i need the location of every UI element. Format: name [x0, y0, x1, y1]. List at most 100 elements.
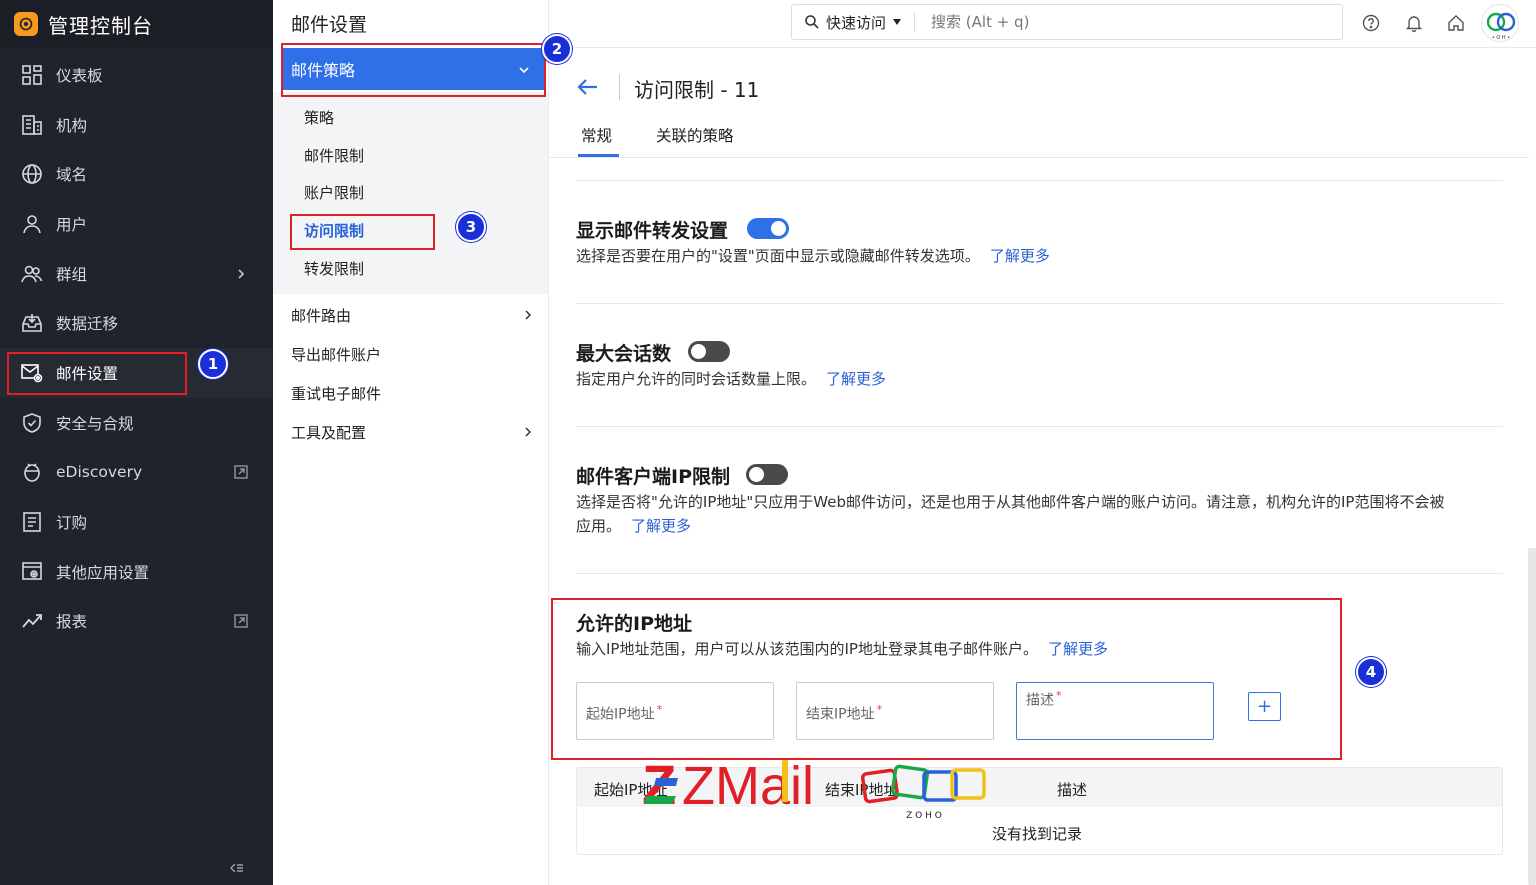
annotation-box-mail-policy: [281, 43, 546, 97]
home-icon[interactable]: [1446, 13, 1466, 33]
annotation-badge-1: 1: [198, 349, 228, 379]
search-input[interactable]: [931, 13, 1312, 31]
scrollbar[interactable]: [1528, 548, 1536, 885]
max-sessions-desc: 指定用户允许的同时会话数量上限。 了解更多: [576, 367, 886, 391]
annotation-box-access-restrictions: [290, 214, 435, 250]
dashboard-icon: [22, 65, 42, 85]
subnav-item-tools-config[interactable]: 工具及配置: [291, 422, 366, 443]
subnav-item-mail-routing[interactable]: 邮件路由: [291, 305, 351, 326]
max-sessions-toggle[interactable]: [688, 341, 730, 362]
sidebar-nav: 仪表板 机构 域名 用户 群组 数据迁移 邮件设置 安全与合规 eDiscove…: [0, 50, 273, 646]
toggle-knob: [691, 344, 706, 359]
chevron-right-icon: [525, 310, 532, 320]
learn-more-link[interactable]: 了解更多: [631, 517, 691, 535]
sidebar-item-data-migration[interactable]: 数据迁移: [0, 298, 273, 348]
client-ip-toggle[interactable]: [746, 464, 788, 485]
sidebar-item-domains[interactable]: 域名: [0, 149, 273, 199]
chevron-right-icon: [525, 427, 532, 437]
sidebar-item-subscription[interactable]: 订购: [0, 497, 273, 547]
sidebar-item-label: 域名: [56, 166, 88, 185]
user-icon: [23, 215, 41, 234]
help-icon[interactable]: [1361, 13, 1381, 33]
subnav-item-account-restrictions[interactable]: 账户限制: [304, 182, 364, 203]
inbox-download-icon: [22, 314, 42, 333]
avatar[interactable]: • O H •: [1481, 4, 1519, 42]
building-icon: [22, 114, 42, 135]
zoho-text: Z O H O: [906, 811, 942, 821]
sidebar-item-label: 安全与合规: [56, 414, 134, 433]
learn-more-link[interactable]: 了解更多: [990, 247, 1050, 265]
section-divider: [576, 303, 1503, 304]
sidebar: 管理控制台 仪表板 机构 域名 用户 群组 数据迁移 邮件设置 安全与合规 eD…: [0, 0, 273, 885]
sidebar-item-ediscovery[interactable]: eDiscovery: [0, 448, 273, 498]
column-header-description: 描述: [1057, 781, 1088, 799]
subnav-item-forward-restrictions[interactable]: 转发限制: [304, 258, 364, 279]
forward-settings-toggle[interactable]: [747, 218, 789, 239]
client-ip-title: 邮件客户端IP限制: [576, 466, 730, 488]
avatar-logo-icon: • O H •: [1486, 12, 1516, 41]
sidebar-item-groups[interactable]: 群组: [0, 249, 273, 299]
notification-bell-icon[interactable]: [1404, 13, 1424, 33]
tab-bar-border: [549, 157, 1529, 158]
chevron-right-icon: [238, 269, 245, 279]
sidebar-item-label: 仪表板: [56, 66, 103, 85]
subscription-icon: [23, 512, 41, 532]
sidebar-item-users[interactable]: 用户: [0, 199, 273, 249]
annotation-badge-4: 4: [1356, 657, 1386, 687]
subnav-item-export-accounts[interactable]: 导出邮件账户: [291, 344, 381, 365]
tab-general[interactable]: 常规: [581, 124, 612, 146]
forward-settings-desc-text: 选择是否要在用户的"设置"页面中显示或隐藏邮件转发选项。: [576, 247, 980, 265]
search-icon: [805, 15, 819, 29]
collapse-sidebar-icon[interactable]: [230, 861, 244, 875]
tab-associated-policies[interactable]: 关联的策略: [656, 124, 734, 146]
page-title: 访问限制 - 11: [634, 78, 760, 102]
sidebar-item-dashboard[interactable]: 仪表板: [0, 50, 273, 100]
search-separator: [914, 12, 916, 32]
mail-settings-subnav: 邮件设置 邮件策略 策略 邮件限制 账户限制 访问限制 转发限制 邮件路由 导出…: [273, 0, 549, 885]
section-divider: [576, 426, 1503, 427]
app-title: 管理控制台: [48, 13, 153, 38]
external-link-icon: [234, 614, 248, 629]
client-ip-desc-line2: 应用。: [576, 517, 622, 535]
back-arrow-icon[interactable]: [576, 75, 600, 99]
sidebar-item-other-app-settings[interactable]: 其他应用设置: [0, 547, 273, 597]
forward-settings-desc: 选择是否要在用户的"设置"页面中显示或隐藏邮件转发选项。 了解更多: [576, 244, 1050, 268]
quick-access-dropdown[interactable]: 快速访问: [826, 12, 886, 33]
learn-more-link[interactable]: 了解更多: [826, 370, 886, 388]
admin-console-logo-icon: [14, 12, 38, 36]
top-bar: 快速访问 • O H •: [549, 0, 1536, 48]
forward-settings-title: 显示邮件转发设置: [576, 220, 729, 242]
title-divider: [619, 74, 620, 100]
max-sessions-title: 最大会话数: [576, 343, 672, 365]
sidebar-item-reports[interactable]: 报表: [0, 597, 273, 647]
subnav-item-retry-email[interactable]: 重试电子邮件: [291, 383, 381, 404]
annotation-box-mail-settings: [7, 352, 187, 395]
sidebar-item-organization[interactable]: 机构: [0, 100, 273, 150]
sidebar-item-security-compliance[interactable]: 安全与合规: [0, 398, 273, 448]
sidebar-item-label: eDiscovery: [56, 463, 143, 482]
section-divider: [576, 573, 1503, 574]
empty-state-text: 没有找到记录: [992, 825, 1083, 843]
subnav-title: 邮件设置: [291, 13, 368, 36]
shield-icon: [23, 412, 41, 433]
search-box: 快速访问: [791, 4, 1343, 40]
sidebar-item-label: 机构: [56, 116, 88, 135]
group-icon: [21, 265, 43, 282]
max-sessions-desc-text: 指定用户允许的同时会话数量上限。: [576, 370, 817, 388]
sidebar-item-label: 数据迁移: [56, 315, 119, 334]
ediscovery-icon: [24, 463, 40, 483]
section-divider: [576, 180, 1503, 181]
sidebar-item-label: 用户: [56, 215, 88, 234]
subnav-item-mail-restrictions[interactable]: 邮件限制: [304, 145, 364, 166]
subnav-item-policies[interactable]: 策略: [304, 107, 334, 128]
trend-icon: [22, 614, 42, 628]
zmail-watermark-logo-icon: Z ZMail Z O H O: [642, 756, 986, 821]
globe-icon: [22, 164, 42, 185]
caret-down-icon: [893, 19, 902, 25]
svg-text:• O H •: • O H •: [1492, 35, 1510, 41]
annotation-box-allowed-ip: [551, 598, 1342, 760]
sidebar-item-label: 订购: [56, 514, 88, 533]
sidebar-item-label: 其他应用设置: [56, 563, 150, 582]
toggle-knob: [749, 467, 764, 482]
toggle-knob: [771, 221, 786, 236]
